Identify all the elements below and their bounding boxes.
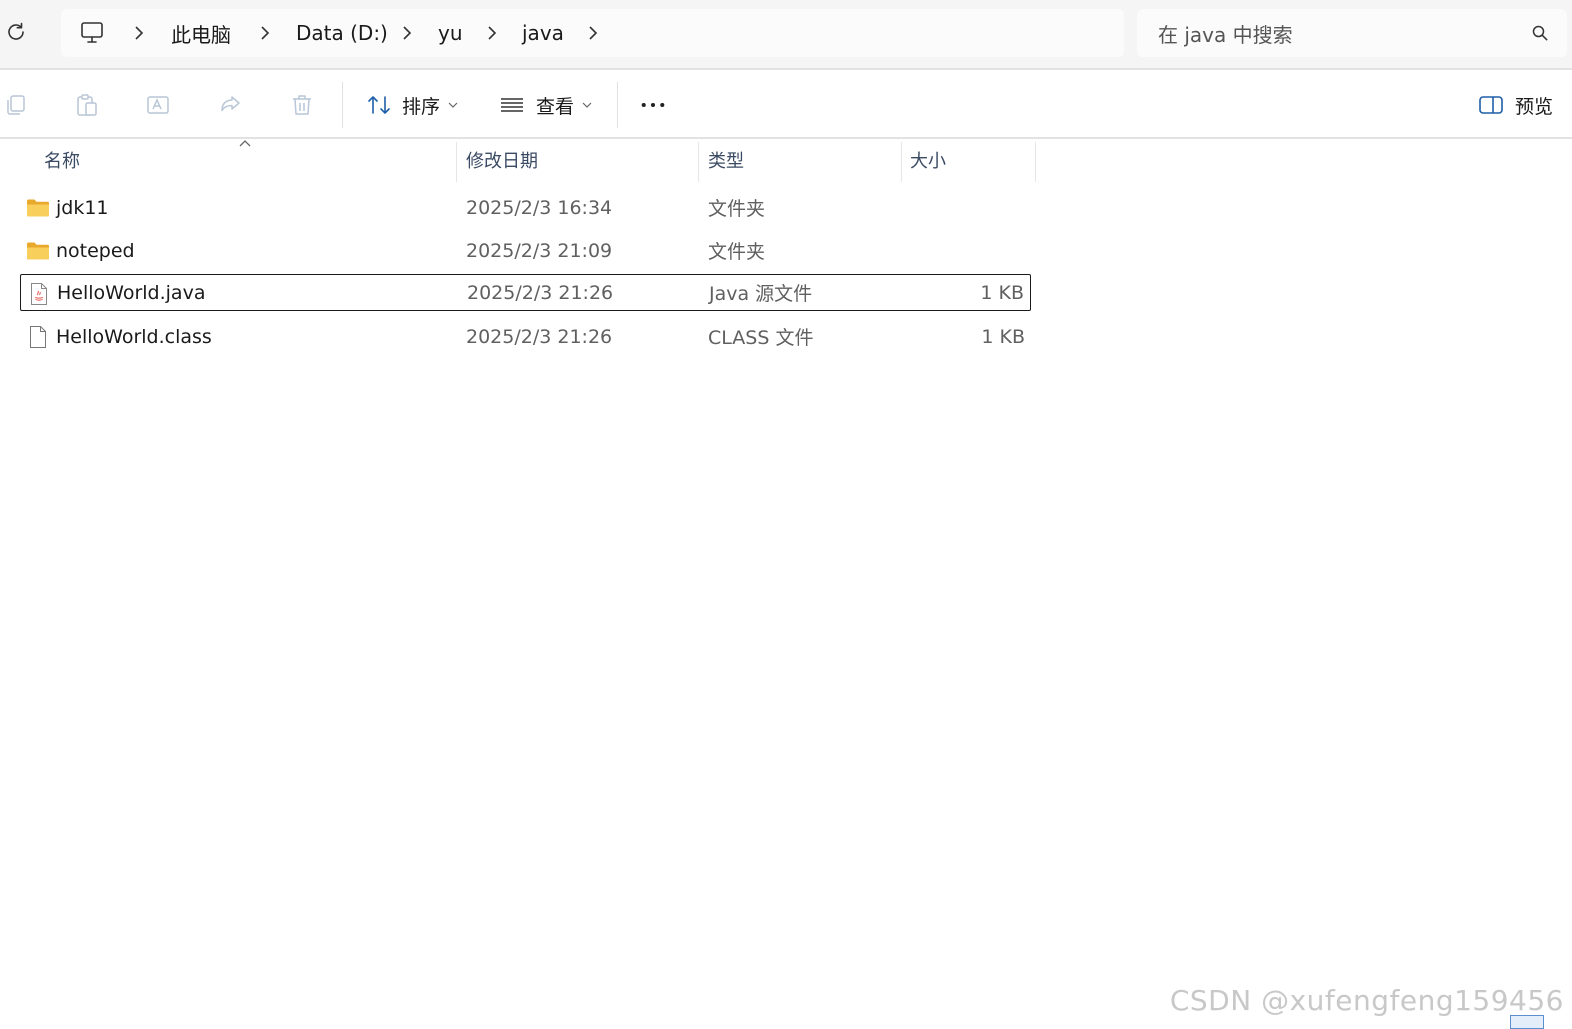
refresh-icon[interactable] bbox=[4, 20, 28, 44]
chevron-right-icon[interactable] bbox=[255, 23, 275, 43]
more-icon[interactable] bbox=[640, 92, 666, 118]
command-bar: 排序 查看 预览 bbox=[0, 70, 1572, 138]
file-type: Java 源文件 bbox=[709, 283, 813, 305]
breadcrumb[interactable]: 此电脑 Data (D:) yu java bbox=[61, 9, 1124, 57]
search-input[interactable]: 在 java 中搜索 bbox=[1158, 9, 1293, 57]
column-separator[interactable] bbox=[901, 142, 902, 182]
view-button[interactable]: 查看 bbox=[499, 84, 594, 126]
rename-icon[interactable] bbox=[145, 92, 171, 118]
java-file-icon bbox=[31, 283, 47, 305]
sort-icon bbox=[368, 96, 390, 114]
chevron-right-icon[interactable] bbox=[482, 23, 502, 43]
preview-label: 预览 bbox=[1515, 95, 1554, 118]
column-header: 名称 修改日期 类型 大小 bbox=[0, 140, 1040, 182]
file-name: jdk11 bbox=[56, 196, 109, 219]
folder-icon bbox=[27, 242, 49, 260]
breadcrumb-item-this-pc[interactable]: 此电脑 bbox=[171, 9, 231, 57]
column-size[interactable]: 大小 bbox=[910, 140, 946, 180]
divider bbox=[0, 137, 1572, 139]
file-type: 文件夹 bbox=[708, 241, 766, 263]
paste-icon[interactable] bbox=[74, 92, 100, 118]
search-box[interactable]: 在 java 中搜索 bbox=[1137, 9, 1567, 57]
sort-button[interactable]: 排序 bbox=[366, 84, 460, 126]
sort-ascending-icon bbox=[239, 140, 251, 147]
file-date: 2025/2/3 16:34 bbox=[466, 196, 613, 219]
file-date: 2025/2/3 21:26 bbox=[466, 325, 613, 348]
file-type: 文件夹 bbox=[708, 198, 766, 220]
toolbar-separator bbox=[342, 82, 343, 128]
file-date: 2025/2/3 21:26 bbox=[467, 281, 614, 304]
file-size: 1 KB bbox=[981, 325, 1025, 348]
address-bar-row: 此电脑 Data (D:) yu java 在 java 中搜索 bbox=[0, 0, 1572, 69]
chevron-right-icon[interactable] bbox=[583, 23, 603, 43]
file-name: HelloWorld.java bbox=[57, 281, 206, 304]
chevron-right-icon[interactable] bbox=[397, 23, 417, 43]
view-label: 查看 bbox=[536, 95, 575, 118]
chevron-down-icon bbox=[582, 102, 592, 108]
preview-button[interactable]: 预览 bbox=[1478, 84, 1553, 126]
column-separator[interactable] bbox=[1035, 142, 1036, 182]
copy-icon[interactable] bbox=[3, 92, 29, 118]
search-icon[interactable] bbox=[1531, 24, 1549, 42]
column-type[interactable]: 类型 bbox=[708, 140, 744, 180]
file-name: HelloWorld.class bbox=[56, 325, 212, 348]
file-row-noteped[interactable]: noteped 2025/2/3 21:09 文件夹 bbox=[20, 232, 1031, 269]
file-size: 1 KB bbox=[980, 281, 1024, 304]
file-name: noteped bbox=[56, 239, 135, 262]
share-icon[interactable] bbox=[217, 92, 243, 118]
column-separator[interactable] bbox=[698, 142, 699, 182]
preview-pane-icon bbox=[1479, 96, 1503, 114]
view-toggle-button[interactable] bbox=[1510, 1015, 1544, 1029]
breadcrumb-item-data-drive[interactable]: Data (D:) bbox=[296, 9, 388, 57]
file-icon bbox=[30, 326, 46, 348]
view-list-icon bbox=[501, 98, 523, 112]
watermark: CSDN @xufengfeng159456 bbox=[1169, 984, 1564, 1017]
delete-icon[interactable] bbox=[289, 92, 315, 118]
breadcrumb-item-java[interactable]: java bbox=[522, 9, 564, 57]
monitor-icon[interactable] bbox=[79, 21, 105, 45]
file-row-jdk11[interactable]: jdk11 2025/2/3 16:34 文件夹 bbox=[20, 189, 1031, 226]
file-row-helloworld-java[interactable]: HelloWorld.java 2025/2/3 21:26 Java 源文件 … bbox=[20, 274, 1031, 311]
column-separator[interactable] bbox=[456, 142, 457, 182]
file-row-helloworld-class[interactable]: HelloWorld.class 2025/2/3 21:26 CLASS 文件… bbox=[20, 318, 1031, 355]
chevron-right-icon[interactable] bbox=[129, 23, 149, 43]
sort-label: 排序 bbox=[402, 95, 441, 118]
chevron-down-icon bbox=[448, 102, 458, 108]
column-date[interactable]: 修改日期 bbox=[466, 140, 538, 180]
file-type: CLASS 文件 bbox=[708, 327, 814, 349]
toolbar-separator bbox=[617, 82, 618, 128]
breadcrumb-item-yu[interactable]: yu bbox=[438, 9, 463, 57]
folder-icon bbox=[27, 199, 49, 217]
column-name[interactable]: 名称 bbox=[44, 140, 80, 180]
file-date: 2025/2/3 21:09 bbox=[466, 239, 613, 262]
